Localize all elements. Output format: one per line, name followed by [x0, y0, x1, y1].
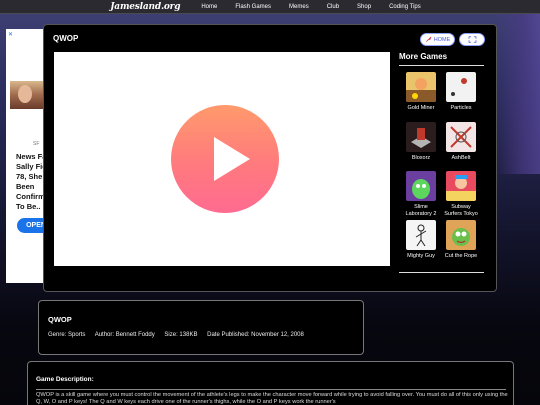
play-icon [214, 137, 250, 181]
more-game-gold-miner[interactable]: Gold Miner [402, 72, 440, 112]
thumb-label[interactable]: Subway Surfers Tokyo [442, 204, 480, 217]
side-advertisement[interactable]: ✕ SF News Fa Sally Fie 78, She H Been Co… [6, 29, 47, 283]
site-logo[interactable]: Jamesland.org [110, 2, 180, 12]
game-title: QWOP [53, 34, 79, 43]
date-published: Date Published: November 12, 2008 [207, 332, 304, 338]
particles-thumbnail[interactable] [446, 72, 476, 102]
more-game-mighty-guy[interactable]: Mighty Guy [402, 220, 440, 260]
genre: Genre: Sports [48, 332, 86, 338]
more-games-title: More Games [399, 52, 448, 61]
info-title: QWOP [48, 315, 72, 324]
ad-image[interactable] [10, 81, 47, 109]
play-button[interactable] [171, 105, 279, 213]
description-divider [36, 389, 506, 390]
home-button[interactable]: HOME [420, 33, 455, 46]
ashbelt-thumbnail[interactable] [446, 122, 476, 152]
more-game-subway-surfers-tokyo[interactable]: Subway Surfers Tokyo [442, 171, 480, 217]
ad-source: SF [33, 141, 40, 147]
more-games-divider [399, 272, 484, 273]
slime-laboratory-thumbnail[interactable] [406, 171, 436, 201]
thumb-label[interactable]: Bloxorz [402, 155, 440, 162]
more-game-ashbelt[interactable]: AshBelt [442, 122, 480, 162]
subway-surfers-thumbnail[interactable] [446, 171, 476, 201]
thumb-label[interactable]: AshBelt [442, 155, 480, 162]
cut-the-rope-thumbnail[interactable] [446, 220, 476, 250]
thumb-label[interactable]: Cut the Rope [442, 253, 480, 260]
more-game-cut-the-rope[interactable]: Cut the Rope [442, 220, 480, 260]
ad-close-icon[interactable]: ✕ [8, 31, 13, 38]
nav-link-home[interactable]: Home [201, 4, 217, 10]
game-description-panel: Game Description: QWOP is a skill game w… [27, 361, 514, 405]
description-title: Game Description: [36, 376, 94, 383]
top-navigation: Jamesland.org Home Flash Games Memes Clu… [0, 0, 540, 14]
nav-link-coding-tips[interactable]: Coding Tips [389, 4, 421, 10]
thumb-label[interactable]: Mighty Guy [402, 253, 440, 260]
game-metadata: Genre: Sports Author: Bennett Foddy Size… [48, 332, 312, 338]
game-player[interactable] [54, 52, 390, 266]
thumb-label[interactable]: Slime Laboratory 2 [402, 204, 440, 217]
bloxorz-thumbnail[interactable] [406, 122, 436, 152]
more-game-slime-laboratory-2[interactable]: Slime Laboratory 2 [402, 171, 440, 217]
more-game-particles[interactable]: Particles [442, 72, 480, 112]
file-size: Size: 138KB [164, 332, 198, 338]
home-button-label: HOME [433, 36, 451, 43]
fullscreen-icon [468, 36, 476, 43]
thumb-label[interactable]: Particles [442, 105, 480, 112]
game-panel: QWOP HOME More Games Gold Miner Particle… [43, 24, 497, 292]
mighty-guy-thumbnail[interactable] [406, 220, 436, 250]
game-info-panel: QWOP Genre: Sports Author: Bennett Foddy… [38, 300, 364, 355]
nav-link-club[interactable]: Club [327, 4, 339, 10]
nav-link-shop[interactable]: Shop [357, 4, 371, 10]
nav-link-flash-games[interactable]: Flash Games [235, 4, 271, 10]
description-text: QWOP is a skill game where you must cont… [36, 392, 508, 405]
fullscreen-button[interactable] [459, 33, 485, 46]
more-game-bloxorz[interactable]: Bloxorz [402, 122, 440, 162]
nav-link-memes[interactable]: Memes [289, 4, 309, 10]
author: Author: Bennett Foddy [94, 332, 155, 338]
thumb-label[interactable]: Gold Miner [402, 105, 440, 112]
rocket-icon [425, 36, 432, 42]
more-games-divider [399, 65, 484, 66]
gold-miner-thumbnail[interactable] [406, 72, 436, 102]
